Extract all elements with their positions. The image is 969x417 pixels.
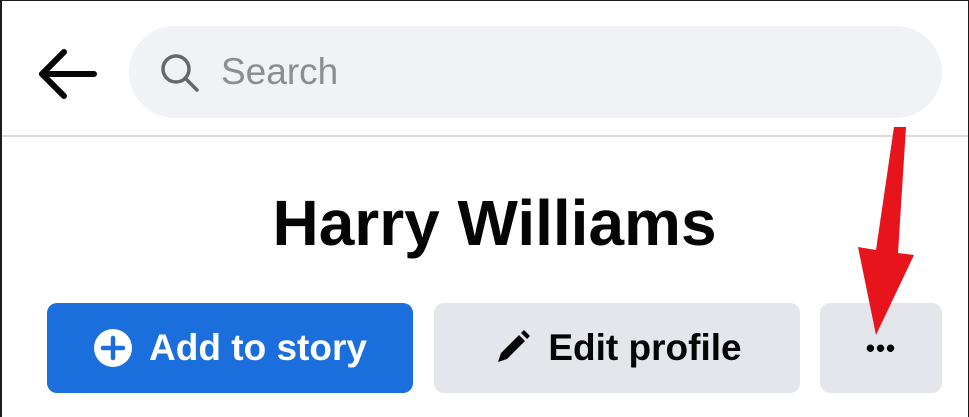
arrow-left-icon — [36, 47, 98, 101]
profile-screen: Harry Williams Add to story Edit profile… — [0, 0, 969, 417]
add-to-story-button[interactable]: Add to story — [47, 303, 413, 393]
top-bar — [2, 1, 968, 137]
plus-circle-icon — [93, 328, 133, 368]
search-bar[interactable] — [129, 26, 942, 118]
more-dots-icon: ••• — [865, 332, 897, 363]
add-to-story-label: Add to story — [149, 327, 367, 368]
pencil-icon — [492, 328, 532, 368]
profile-name: Harry Williams — [272, 187, 717, 259]
edit-profile-label: Edit profile — [548, 327, 742, 368]
search-input[interactable] — [221, 26, 901, 118]
search-icon — [159, 52, 201, 94]
back-button[interactable] — [36, 47, 98, 101]
edit-profile-button[interactable]: Edit profile — [434, 303, 800, 393]
more-options-button[interactable]: ••• — [820, 303, 942, 393]
